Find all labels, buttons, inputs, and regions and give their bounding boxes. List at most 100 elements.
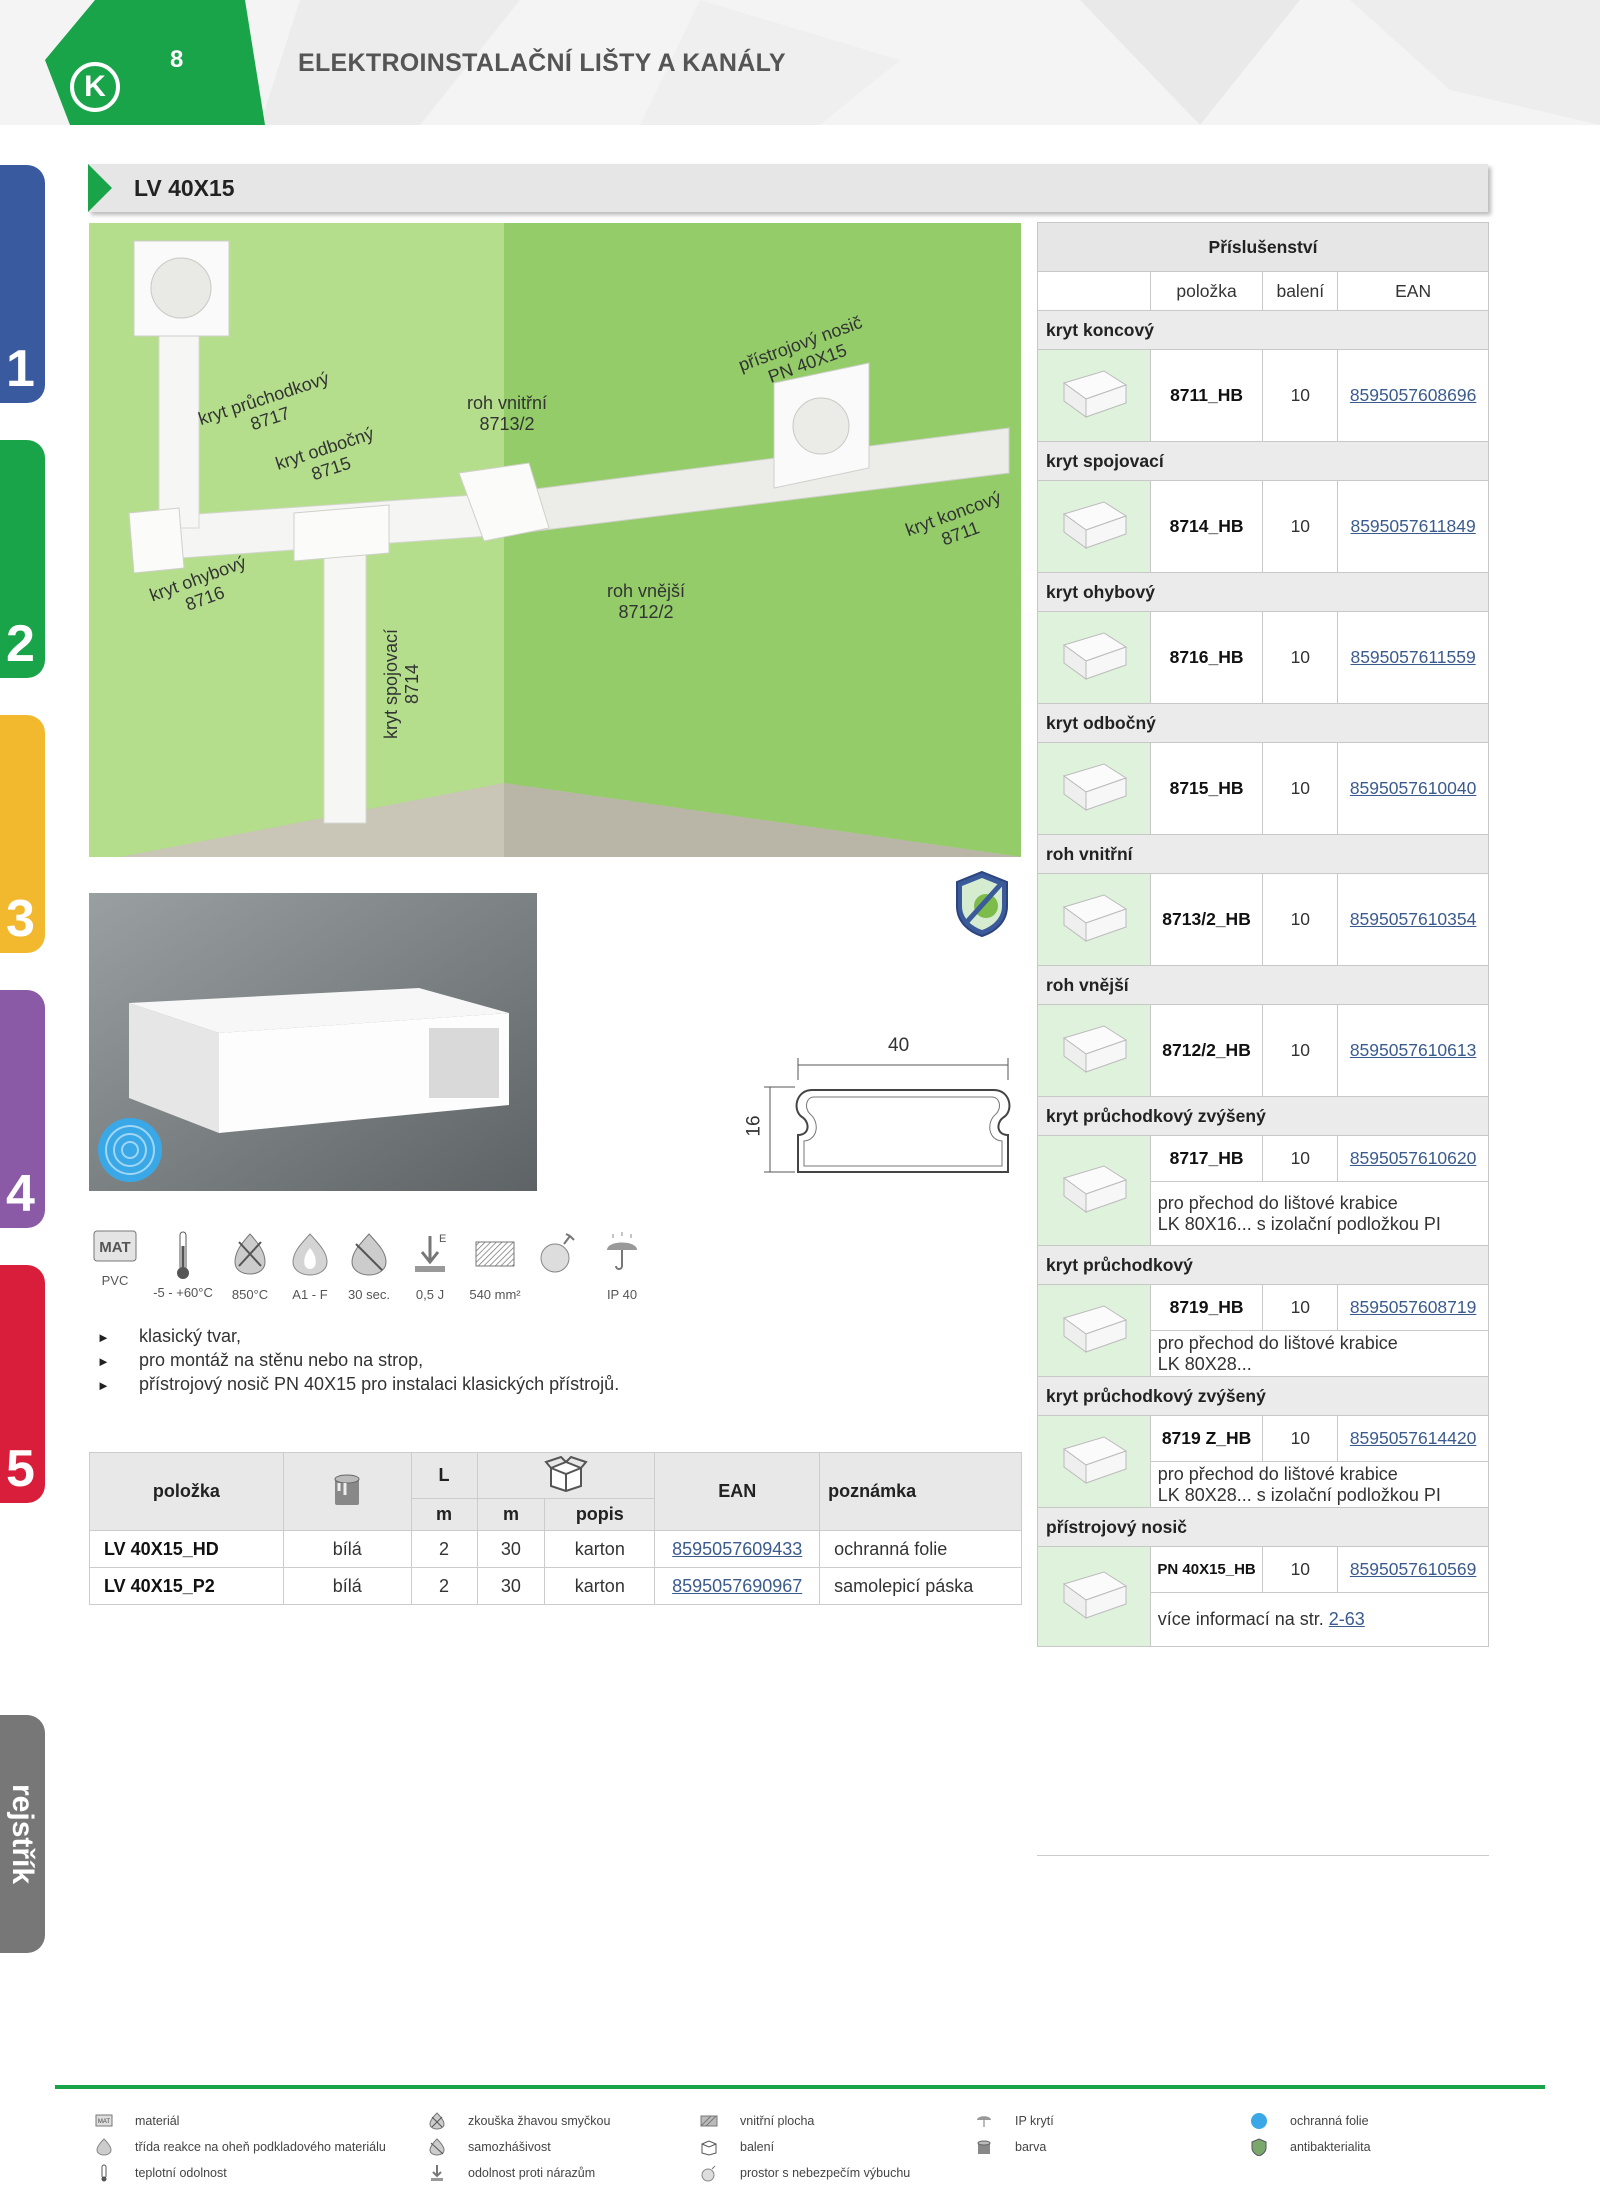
accessory-row: 8717_HB 10 8595057610620 <box>1037 1135 1489 1246</box>
ean-link[interactable]: 8595057609433 <box>672 1539 802 1559</box>
accessory-part-illustration <box>1062 1305 1127 1353</box>
column-header-item: položka <box>89 1452 284 1531</box>
spec-inner-area: 540 mm² <box>465 1230 525 1302</box>
accessory-category: roh vnější <box>1037 965 1489 1005</box>
legend-label: zkouška žhavou smyčkou <box>468 2114 611 2128</box>
legend-label: barva <box>1015 2140 1047 2154</box>
page-header <box>0 0 1600 125</box>
accessory-note: pro přechod do lištové krabice LK 80X28.… <box>1149 1461 1490 1508</box>
flame-icon <box>95 2138 113 2161</box>
accessory-part-illustration <box>1062 1571 1127 1619</box>
side-tab-2[interactable]: 2 <box>0 440 45 678</box>
accessory-category: roh vnitřní <box>1037 834 1489 874</box>
legend-label: třída reakce na oheň podkladového materi… <box>135 2140 386 2154</box>
box-icon <box>544 1455 588 1493</box>
side-tab-4[interactable]: 4 <box>0 990 45 1228</box>
accessory-code: 8714_HB <box>1149 480 1264 573</box>
accessory-row: 8714_HB 10 8595057611849 <box>1037 480 1489 573</box>
ean-link[interactable]: 8595057608719 <box>1350 1297 1477 1317</box>
accessories-column-pack: balení <box>1262 271 1339 311</box>
accessory-row: PN 40X15_HB 10 8595057610569 <box>1037 1546 1489 1647</box>
ean-link[interactable]: 8595057610354 <box>1350 909 1477 929</box>
installation-illustration <box>89 223 1021 857</box>
material-icon: MAT <box>95 2112 113 2135</box>
thermometer-icon <box>177 1231 189 1279</box>
accessories-title: Příslušenství <box>1037 222 1489 272</box>
paint-bucket-icon <box>334 1474 360 1505</box>
feature-item: klasický tvar, <box>97 1325 619 1349</box>
feature-item: přístrojový nosič PN 40X15 pro instalaci… <box>97 1373 619 1397</box>
ean-link[interactable]: 8595057610620 <box>1350 1148 1477 1168</box>
product-title-bar: LV 40X15 <box>88 164 1488 212</box>
spec-material: MAT PVC <box>90 1230 140 1288</box>
accessory-code: 8719 Z_HB <box>1149 1415 1264 1462</box>
accessory-pack: 10 <box>1262 873 1339 966</box>
side-tab-3[interactable]: 3 <box>0 715 45 953</box>
page-number: 8 <box>170 46 184 73</box>
accessory-row: 8713/2_HB 10 8595057610354 <box>1037 873 1489 966</box>
accessory-image <box>1037 1004 1151 1097</box>
label-inner-corner: roh vnitřní 8713/2 <box>467 393 548 434</box>
ean-link[interactable]: 8595057610040 <box>1350 778 1477 798</box>
svg-text:MAT: MAT <box>98 2119 111 2125</box>
flame-icon <box>292 1233 328 1276</box>
glow-wire-icon <box>234 1233 266 1275</box>
accessory-image <box>1037 611 1151 704</box>
accessory-category: kryt odbočný <box>1037 703 1489 743</box>
accessories-column-ean: EAN <box>1337 271 1489 311</box>
accessory-part-illustration <box>1062 632 1127 680</box>
ean-link[interactable]: 8595057610613 <box>1350 1040 1477 1060</box>
side-tab-5[interactable]: 5 <box>0 1265 45 1503</box>
ean-link[interactable]: 8595057611559 <box>1350 647 1475 667</box>
title-arrow-icon <box>88 164 112 212</box>
page-reference-link[interactable]: 2-63 <box>1329 1609 1365 1629</box>
accessory-part-illustration <box>1062 501 1127 549</box>
antibacterial-icon <box>1250 2138 1268 2161</box>
column-header-color <box>282 1452 412 1531</box>
material-icon: MAT <box>93 1230 137 1262</box>
accessory-note: více informací na str. 2-63 <box>1149 1592 1490 1647</box>
glow-wire-icon <box>428 2112 446 2135</box>
column-header-ean: EAN <box>654 1452 821 1531</box>
explosion-icon <box>540 1233 575 1273</box>
spec-self-extinguishing-value: 30 sec. <box>348 1287 390 1302</box>
accessories-table: Příslušenství položka balení EAN kryt ko… <box>1037 222 1490 1647</box>
accessory-code: 8711_HB <box>1149 349 1264 442</box>
accessory-part-illustration <box>1062 894 1127 942</box>
accessory-pack: 10 <box>1262 1284 1339 1331</box>
accessory-code: PN 40X15_HB <box>1149 1546 1264 1593</box>
accessory-row: 8712/2_HB 10 8595057610613 <box>1037 1004 1489 1097</box>
legend-label: samozhášivost <box>468 2140 551 2154</box>
label-outer-corner: roh vnější 8712/2 <box>607 581 686 622</box>
divider <box>1037 1855 1489 1856</box>
spec-fire-class: A1 - F <box>285 1230 335 1302</box>
impact-icon: E <box>415 1233 446 1272</box>
spec-fire-class-value: A1 - F <box>292 1287 328 1302</box>
accessory-part-illustration <box>1062 1025 1127 1073</box>
ean-link[interactable]: 8595057614420 <box>1350 1428 1477 1448</box>
label-joint-cover: kryt spojovací 8714 <box>381 628 423 740</box>
side-tab-index[interactable]: rejstřík <box>0 1715 45 1953</box>
ean-link[interactable]: 8595057690967 <box>672 1576 802 1596</box>
column-header-note: poznámka <box>819 1452 1022 1531</box>
ean-link[interactable]: 8595057608696 <box>1350 385 1477 405</box>
ean-link[interactable]: 8595057610569 <box>1350 1559 1477 1579</box>
accessory-note: pro přechod do lištové krabice LK 80X16.… <box>1149 1181 1490 1246</box>
ean-link[interactable]: 8595057611849 <box>1350 516 1475 536</box>
legend-label: antibakterialita <box>1290 2140 1371 2154</box>
accessories-column-item: položka <box>1149 271 1264 311</box>
accessory-row: 8719_HB 10 8595057608719 <box>1037 1284 1489 1377</box>
paint-bucket-icon <box>975 2138 993 2161</box>
accessory-category: kryt průchodkový zvýšený <box>1037 1096 1489 1136</box>
dimension-height: 16 <box>743 1115 765 1137</box>
legend-label: ochranná folie <box>1290 2114 1369 2128</box>
spec-material-value: PVC <box>101 1273 129 1288</box>
side-tab-1[interactable]: 1 <box>0 165 45 403</box>
accessory-code: 8716_HB <box>1149 611 1264 704</box>
feature-list: klasický tvar, pro montáž na stěnu nebo … <box>97 1325 619 1397</box>
accessory-category: kryt průchodkový <box>1037 1245 1489 1285</box>
inner-area-icon <box>700 2112 718 2135</box>
accessory-category: kryt koncový <box>1037 310 1489 350</box>
spec-impact-value: 0,5 J <box>415 1287 445 1302</box>
product-photo <box>89 893 537 1191</box>
